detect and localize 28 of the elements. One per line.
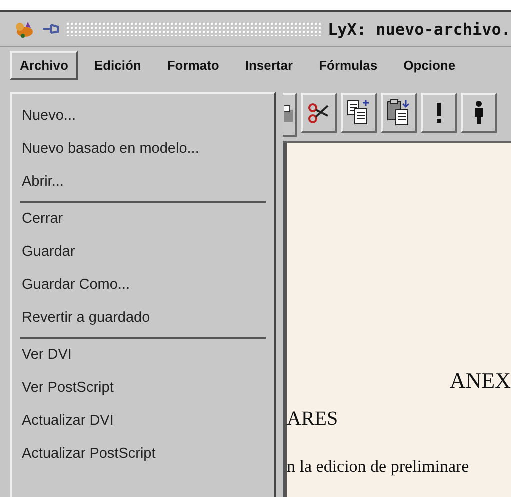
menu-item[interactable]: Ver DVI xyxy=(12,339,274,372)
copy-icon[interactable] xyxy=(341,93,377,133)
menu-item[interactable]: Opcione xyxy=(394,50,466,80)
menu-item[interactable]: Abrir... xyxy=(12,166,274,199)
menu-item[interactable]: Formato xyxy=(157,50,230,80)
title-bar-grip[interactable] xyxy=(66,22,322,36)
menu-item[interactable]: Insertar xyxy=(235,50,304,80)
menu-item[interactable]: Nuevo basado en modelo... xyxy=(12,133,274,166)
menu-item[interactable]: Guardar Como... xyxy=(12,269,274,302)
menu-item[interactable]: Ver PostScript xyxy=(12,372,274,405)
person-icon[interactable] xyxy=(461,93,497,133)
menu-item[interactable]: Fórmulas xyxy=(309,50,388,80)
document-heading: ANEX xyxy=(450,368,511,394)
menu-item[interactable]: Cerrar xyxy=(12,203,274,236)
pin-icon[interactable] xyxy=(42,23,60,35)
paragraph: n la edicion de preliminare xyxy=(287,457,470,477)
paste-icon[interactable] xyxy=(381,93,417,133)
menu-item[interactable]: Revertir a guardado xyxy=(12,302,274,335)
exclamation-icon[interactable] xyxy=(421,93,457,133)
menu-item[interactable]: Actualizar PostScript xyxy=(12,438,274,471)
window-title: LyX: nuevo-archivo. xyxy=(328,20,511,38)
cut-icon[interactable] xyxy=(301,93,337,133)
menu-item[interactable]: Edición xyxy=(84,50,152,80)
section-heading: ARES xyxy=(287,408,340,431)
menu-item[interactable]: Archivo xyxy=(10,50,78,80)
menu-item[interactable]: Nuevo... xyxy=(12,100,274,133)
menu-item[interactable]: Actualizar DVI xyxy=(12,405,274,438)
menu-item[interactable]: Guardar xyxy=(12,236,274,269)
